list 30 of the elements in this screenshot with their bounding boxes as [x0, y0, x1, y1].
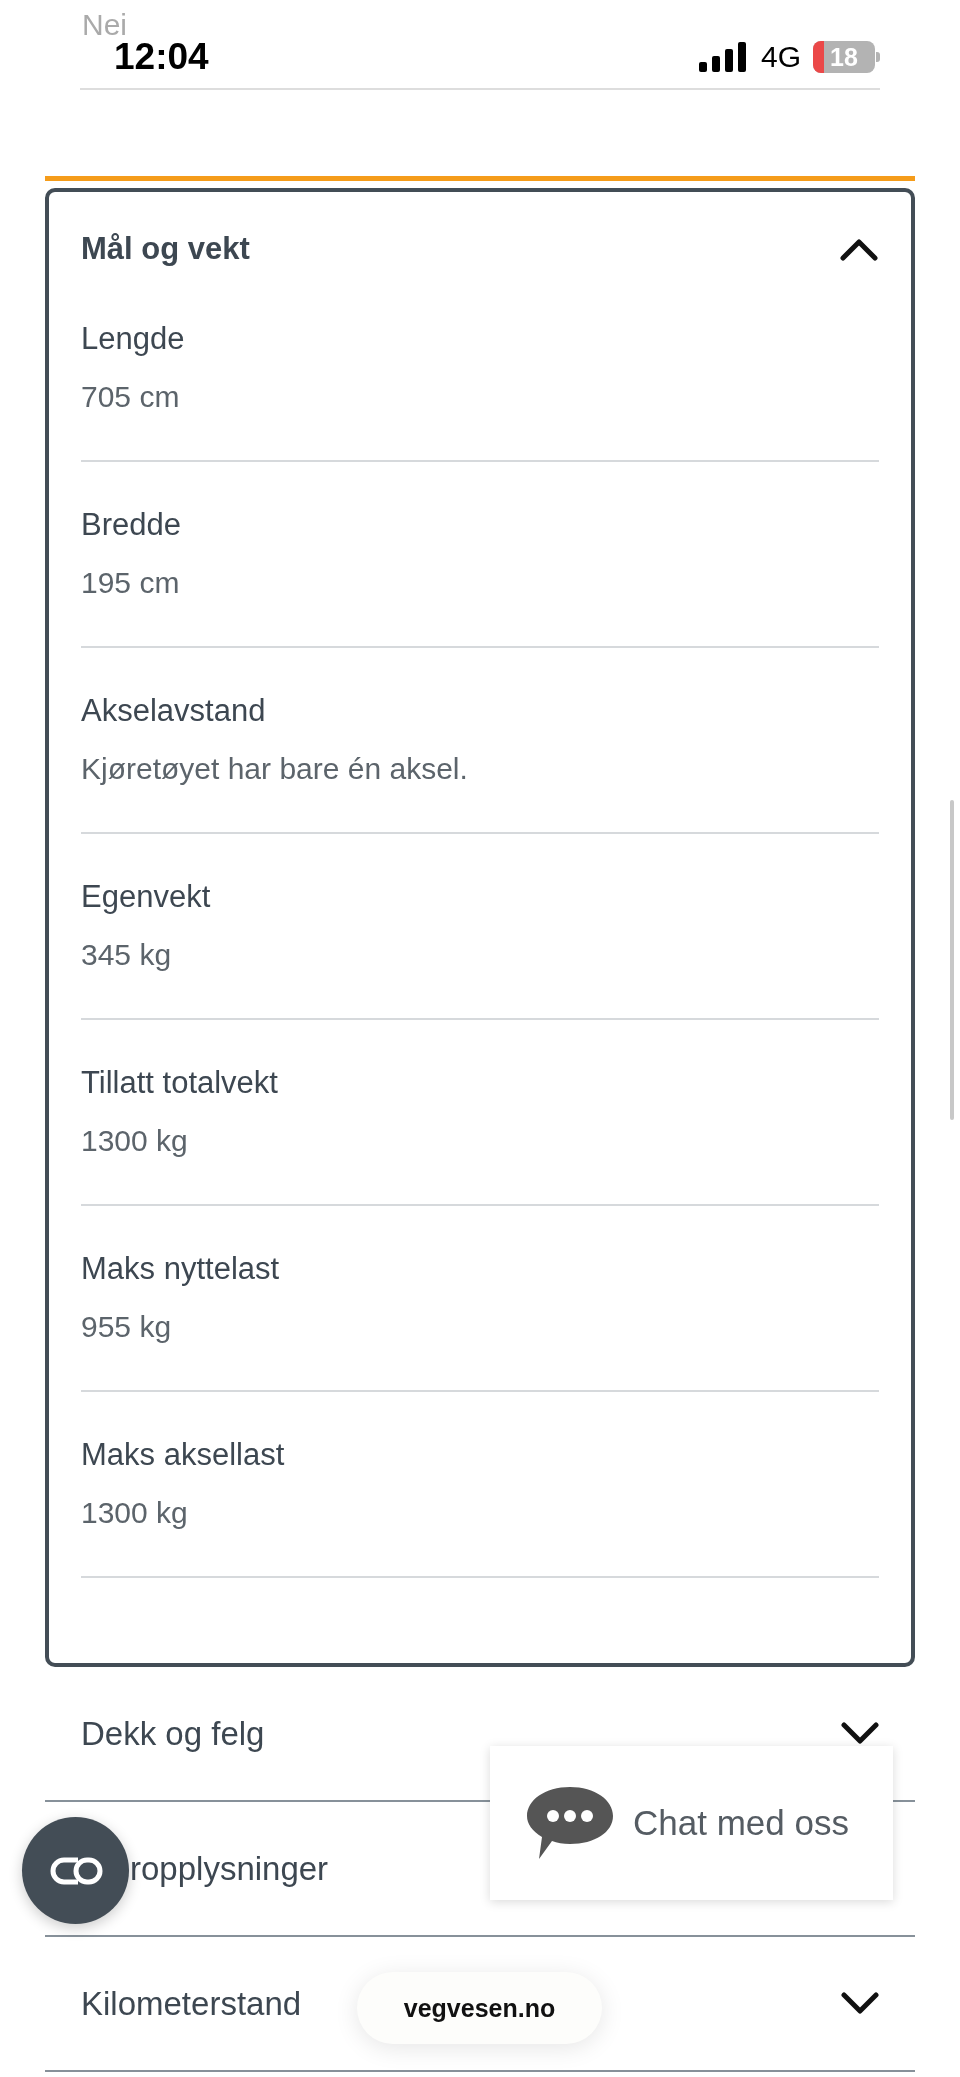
field-value: 705 cm	[81, 379, 181, 415]
url-bar[interactable]: vegvesen.no	[357, 1972, 602, 2044]
signal-icon	[698, 42, 749, 72]
link-button[interactable]	[22, 1817, 129, 1924]
section-title[interactable]: Kilometerstand	[81, 1984, 302, 2023]
chevron-down-icon[interactable]	[840, 1991, 880, 2016]
field-label: Maks aksellast	[81, 1437, 286, 1473]
chat-popup[interactable]: Chat med oss	[490, 1746, 893, 1900]
field-value: 1300 kg	[81, 1123, 189, 1159]
chat-bubble-icon	[525, 1785, 615, 1861]
field-label: Lengde	[81, 321, 186, 357]
network-label: 4G	[760, 40, 801, 74]
field-value: Kjøretøyet har bare én aksel.	[81, 751, 469, 787]
field-label: Tillatt totalvekt	[81, 1065, 279, 1101]
chat-label: Chat med oss	[633, 1803, 849, 1843]
scrollbar[interactable]	[950, 800, 954, 1120]
chevron-up-icon[interactable]	[839, 237, 879, 261]
field-label: Bredde	[81, 507, 182, 543]
field-value: 345 kg	[81, 937, 173, 973]
section-title[interactable]: Mål og vekt	[81, 231, 250, 267]
field-label: Egenvekt	[81, 879, 212, 915]
field-label: Akselavstand	[81, 693, 267, 729]
chevron-down-icon[interactable]	[840, 1721, 880, 1746]
field-label: Maks nyttelast	[81, 1251, 281, 1287]
url-text: vegvesen.no	[403, 1993, 556, 2023]
field-value: 955 kg	[81, 1309, 173, 1345]
section-title[interactable]: Dekk og felg	[81, 1714, 265, 1753]
field-value: 1300 kg	[81, 1495, 189, 1531]
field-value: 195 cm	[81, 565, 181, 601]
section-title[interactable]: ropplysninger	[130, 1849, 329, 1888]
